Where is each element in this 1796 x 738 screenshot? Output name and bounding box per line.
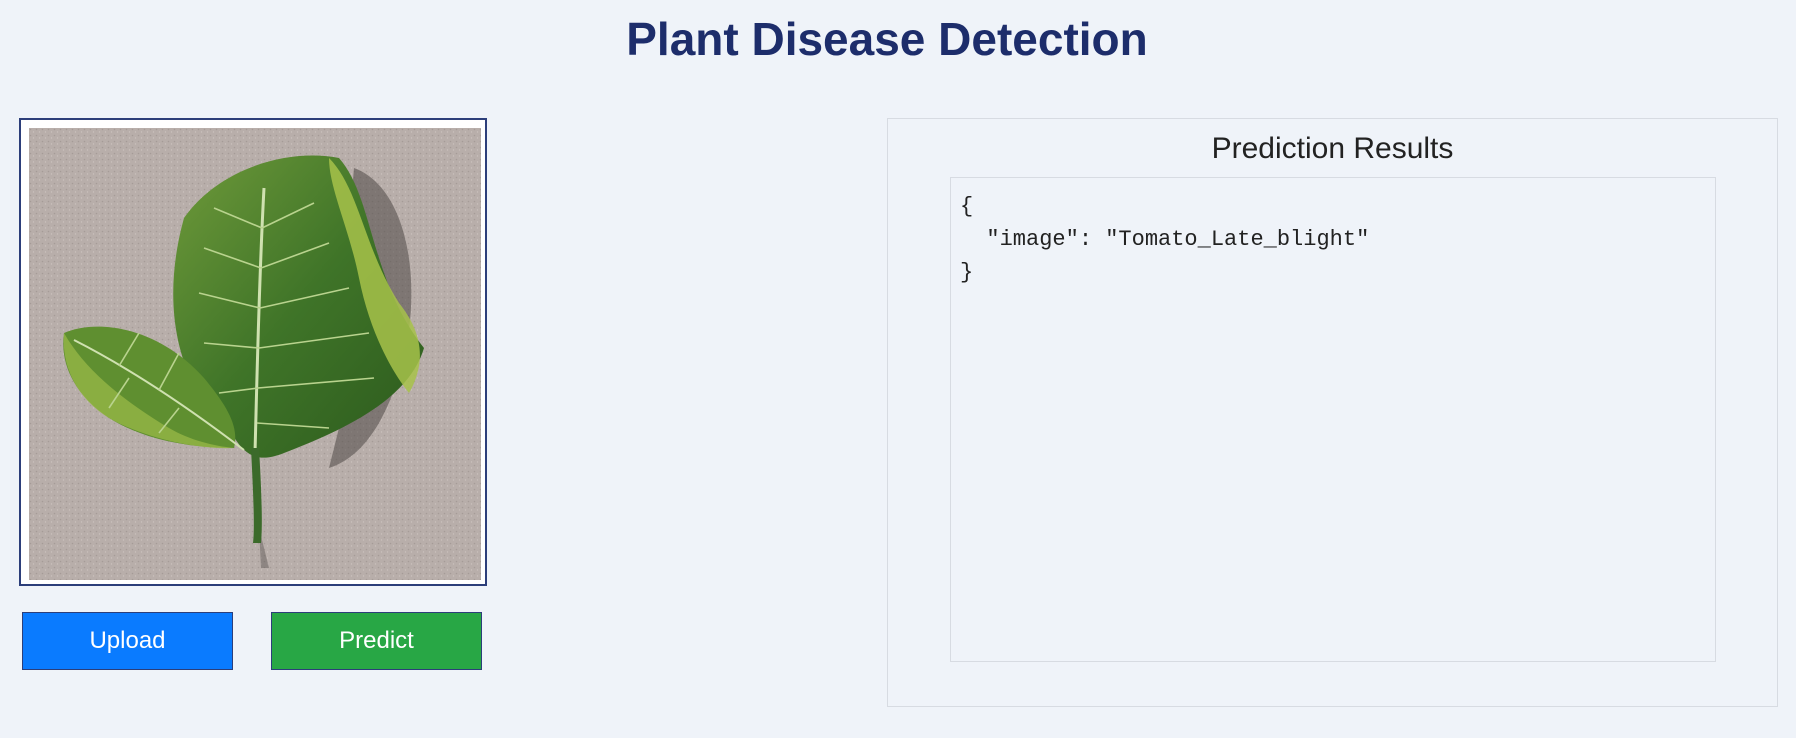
page-title: Plant Disease Detection: [626, 13, 1148, 65]
app-page: Plant Disease Detection Upload Predict P…: [0, 0, 1796, 738]
results-output: { "image": "Tomato_Late_blight" }: [950, 177, 1716, 662]
predict-button[interactable]: Predict: [271, 612, 482, 670]
leaf-image: [29, 128, 481, 580]
image-preview: [19, 118, 487, 586]
results-title: Prediction Results: [1211, 132, 1454, 165]
prediction-results-panel: Prediction Results { "image": "Tomato_La…: [887, 118, 1778, 707]
upload-button[interactable]: Upload: [22, 612, 233, 670]
